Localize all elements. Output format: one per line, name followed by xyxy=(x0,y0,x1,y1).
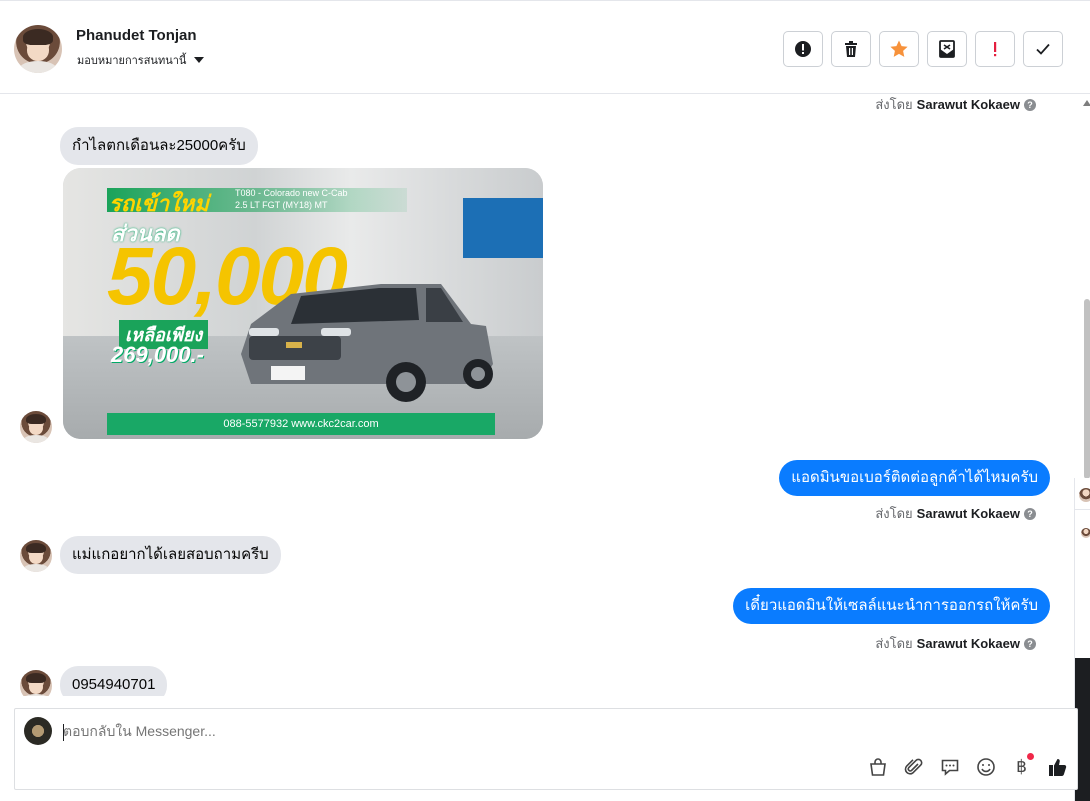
contact-avatar-small[interactable] xyxy=(20,411,52,443)
promo-spec-line2: 2.5 LT FGT (MY18) MT xyxy=(235,200,328,210)
incoming-message[interactable]: 0954940701 xyxy=(60,666,168,696)
star-button[interactable] xyxy=(879,31,919,67)
contact-avatar-mini[interactable] xyxy=(1079,488,1090,502)
sender-name: Sarawut Kokaew xyxy=(916,506,1020,521)
star-icon xyxy=(890,40,908,57)
assign-conversation-dropdown[interactable]: มอบหมายการสนทนานี้ xyxy=(77,51,205,69)
info-icon[interactable]: ? xyxy=(1024,98,1036,111)
info-icon[interactable]: ? xyxy=(1024,637,1036,650)
contact-avatar-mini[interactable] xyxy=(1081,528,1090,538)
paperclip-icon xyxy=(904,758,922,775)
conversation-actions xyxy=(783,31,1063,67)
sent-by-label: ส่งโดย Sarawut Kokaew ? xyxy=(875,94,1036,115)
promo-footer: 088-5577932 www.ckc2car.com xyxy=(107,413,495,435)
trash-icon xyxy=(845,41,857,57)
thumbs-up-icon xyxy=(1048,758,1066,776)
exclamation-circle-icon xyxy=(795,41,811,57)
baht-payment-icon: ฿ xyxy=(1016,756,1027,776)
notification-dot xyxy=(1027,753,1034,760)
promo-price: 269,000.- xyxy=(111,342,204,367)
saved-replies-icon xyxy=(941,759,958,776)
thread-scrollbar[interactable] xyxy=(1082,94,1090,489)
car-promo-image[interactable]: รถเข้าใหม่ T080 - Colorado new C-Cab 2.5… xyxy=(63,168,543,439)
mark-done-button[interactable] xyxy=(1023,31,1063,67)
reply-composer: ฿ xyxy=(14,708,1078,790)
contact-avatar-small[interactable] xyxy=(20,540,52,572)
scroll-up-icon[interactable] xyxy=(1083,100,1090,106)
scrollbar-thumb[interactable] xyxy=(1084,299,1090,479)
emoji-icon xyxy=(976,757,995,776)
sent-by-label: ส่งโดย Sarawut Kokaew ? xyxy=(875,633,1036,654)
contact-avatar-small[interactable] xyxy=(20,670,52,696)
promo-spec-line1: T080 - Colorado new C-Cab xyxy=(235,188,348,198)
sender-name: Sarawut Kokaew xyxy=(916,97,1020,112)
incoming-message[interactable]: กำไลตกเดือนละ25000ครับ xyxy=(60,127,258,165)
conversation-header: Phanudet Tonjan มอบหมายการสนทนานี้ xyxy=(0,5,1090,94)
message-thread[interactable]: ส่งโดย Sarawut Kokaew ? กำไลตกเดือนละ250… xyxy=(0,94,1076,696)
mark-unread-icon xyxy=(939,40,955,58)
reply-input[interactable] xyxy=(63,723,663,739)
outgoing-message[interactable]: แอดมินขอเบอร์ติดต่อลูกค้าได้ไหมครับ xyxy=(779,460,1050,496)
incoming-message[interactable]: แม่แกอยากได้เลยสอบถามครีบ xyxy=(60,536,281,574)
sender-name: Sarawut Kokaew xyxy=(916,636,1020,651)
assign-label: มอบหมายการสนทนานี้ xyxy=(77,54,187,67)
attach-button[interactable] xyxy=(902,755,925,778)
mark-unread-button[interactable] xyxy=(927,31,967,67)
payment-button[interactable]: ฿ xyxy=(1010,753,1034,778)
divider xyxy=(1075,509,1090,510)
check-icon xyxy=(1036,43,1050,55)
chevron-down-icon xyxy=(194,57,205,63)
contact-avatar[interactable] xyxy=(14,25,62,73)
report-button[interactable] xyxy=(783,31,823,67)
contact-name[interactable]: Phanudet Tonjan xyxy=(76,27,197,44)
saved-replies-button[interactable] xyxy=(938,755,961,778)
composer-toolbar: ฿ xyxy=(866,753,1069,778)
outgoing-message[interactable]: เดี๋ยวแอดมินให้เซลล์แนะนำการออกรถให้ครับ xyxy=(733,588,1050,624)
info-icon[interactable]: ? xyxy=(1024,507,1036,520)
emoji-button[interactable] xyxy=(974,755,997,778)
sent-by-label: ส่งโดย Sarawut Kokaew ? xyxy=(875,503,1036,524)
like-button[interactable] xyxy=(1046,755,1069,778)
shopping-bag-icon xyxy=(869,757,886,776)
delete-button[interactable] xyxy=(831,31,871,67)
spam-button[interactable] xyxy=(975,31,1015,67)
pickup-truck-illustration xyxy=(241,284,493,402)
page-avatar xyxy=(24,717,52,745)
messenger-inbox: Phanudet Tonjan มอบหมายการสนทนานี้ ส่งโด… xyxy=(0,0,1090,801)
spam-icon xyxy=(994,42,997,57)
shop-button[interactable] xyxy=(866,755,889,778)
